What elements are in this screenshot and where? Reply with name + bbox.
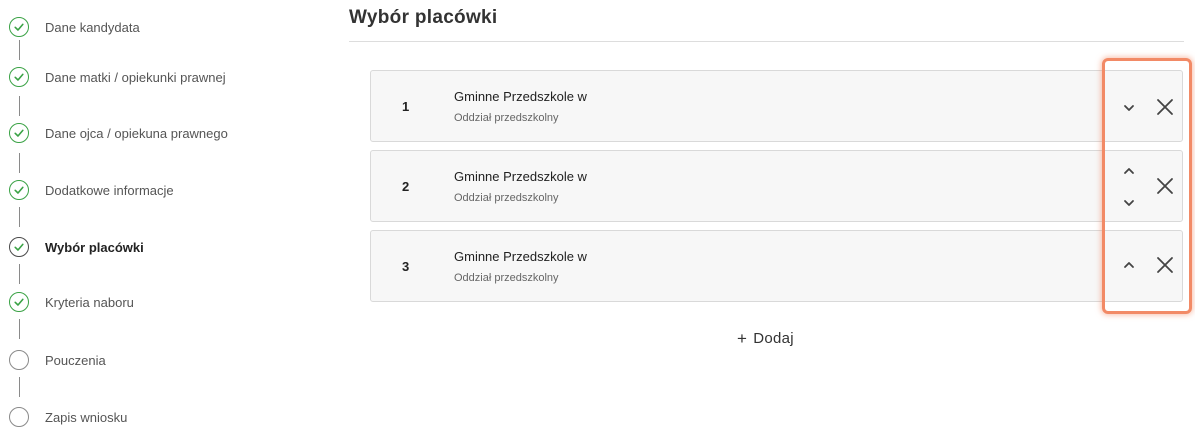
step-label: Kryteria naboru (45, 294, 134, 310)
facility-type: Oddział przedszkolny (454, 192, 559, 204)
add-facility-button[interactable]: + Dodaj (737, 327, 794, 349)
facility-type: Oddział przedszkolny (454, 272, 559, 284)
step-dane-ojca[interactable]: Dane ojca / opiekuna prawnego (9, 123, 228, 143)
empty-circle-icon (9, 350, 29, 370)
empty-circle-icon (9, 407, 29, 427)
step-label: Zapis wniosku (45, 409, 128, 425)
choice-number: 1 (402, 98, 410, 114)
step-pouczenia[interactable]: Pouczenia (9, 350, 106, 370)
close-icon[interactable] (1155, 255, 1175, 275)
step-connector (19, 377, 20, 397)
step-dane-matki[interactable]: Dane matki / opiekunki prawnej (9, 67, 226, 87)
step-label: Dodatkowe informacje (45, 182, 174, 198)
page-title: Wybór placówki (349, 7, 498, 28)
step-label: Dane matki / opiekunki prawnej (45, 69, 226, 85)
facility-choice-card: 3 Gminne Przedszkole w Oddział przedszko… (370, 230, 1183, 302)
progress-stepper: Dane kandydata Dane matki / opiekunki pr… (0, 0, 330, 427)
step-connector (19, 40, 20, 60)
choice-number: 3 (402, 258, 410, 274)
facility-type: Oddział przedszkolny (454, 112, 559, 124)
close-icon[interactable] (1155, 176, 1175, 196)
facility-choice-card: 2 Gminne Przedszkole w Oddział przedszko… (370, 150, 1183, 222)
chevron-down-icon[interactable] (1121, 195, 1137, 211)
step-label: Wybór placówki (45, 239, 144, 255)
choice-number: 2 (402, 178, 410, 194)
chevron-up-icon[interactable] (1121, 163, 1137, 179)
divider (349, 41, 1184, 42)
check-icon (9, 123, 29, 143)
facility-name: Gminne Przedszkole w (454, 169, 587, 184)
step-connector (19, 153, 20, 173)
check-icon (9, 180, 29, 200)
check-icon (9, 292, 29, 312)
check-icon (9, 67, 29, 87)
check-icon (9, 17, 29, 37)
step-connector (19, 319, 20, 339)
step-label: Pouczenia (45, 352, 106, 368)
facility-name: Gminne Przedszkole w (454, 89, 587, 104)
facility-name: Gminne Przedszkole w (454, 249, 587, 264)
step-label: Dane ojca / opiekuna prawnego (45, 125, 228, 141)
facility-choice-card: 1 Gminne Przedszkole w Oddział przedszko… (370, 70, 1183, 142)
plus-icon: + (737, 328, 748, 348)
add-label: Dodaj (753, 329, 794, 347)
chevron-down-icon[interactable] (1121, 100, 1137, 116)
close-icon[interactable] (1155, 97, 1175, 117)
step-zapis-wniosku[interactable]: Zapis wniosku (9, 407, 127, 427)
check-icon (9, 237, 29, 257)
step-connector (19, 264, 20, 284)
step-dane-kandydata[interactable]: Dane kandydata (9, 17, 140, 37)
step-label: Dane kandydata (45, 19, 140, 35)
step-wybor-placowki[interactable]: Wybór placówki (9, 237, 144, 257)
step-connector (19, 207, 20, 227)
step-dodatkowe-informacje[interactable]: Dodatkowe informacje (9, 180, 174, 200)
step-connector (19, 96, 20, 116)
chevron-up-icon[interactable] (1121, 257, 1137, 273)
step-kryteria-naboru[interactable]: Kryteria naboru (9, 292, 134, 312)
